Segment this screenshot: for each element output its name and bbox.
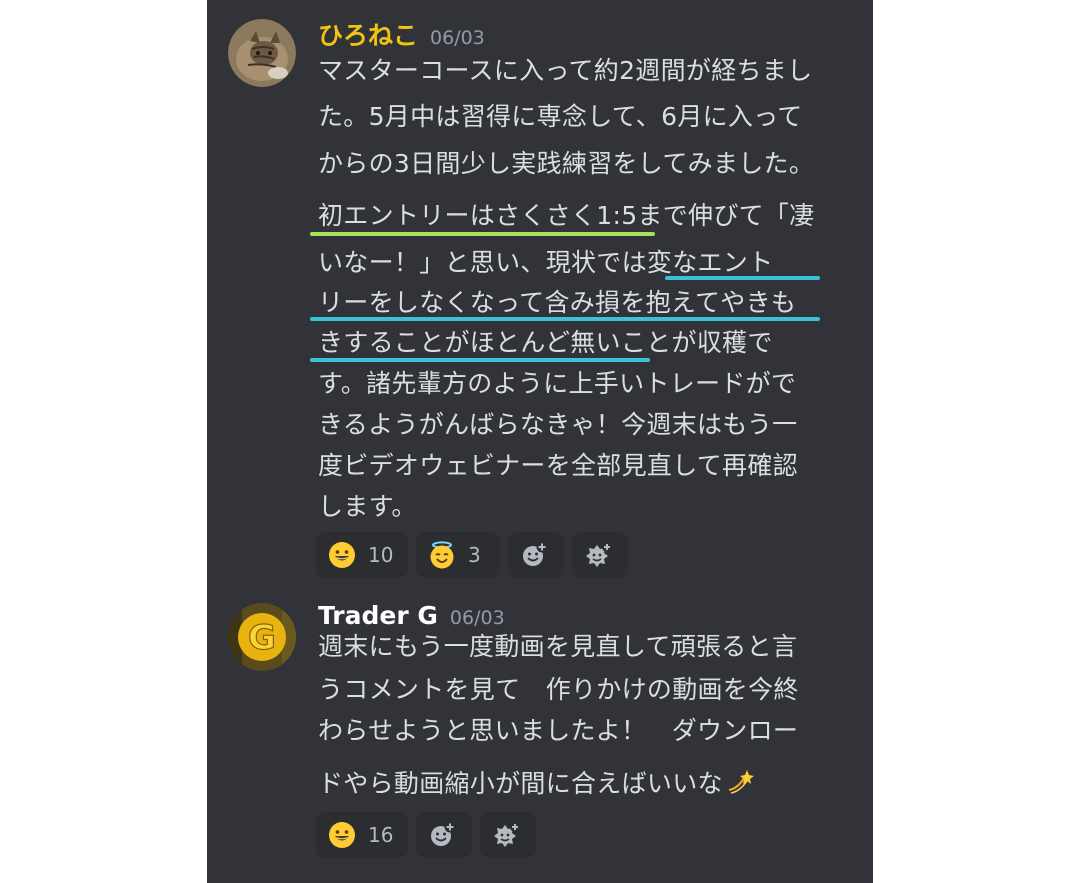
reaction-grinning[interactable]: 10 — [316, 532, 408, 578]
timestamp: 06/03 — [430, 27, 485, 49]
reaction-halo[interactable]: 3 — [416, 532, 500, 578]
reaction-bar: 10 3 — [316, 532, 628, 578]
highlight-underline-cyan — [310, 358, 650, 362]
message-line: いなー！」と思い、現状では変なエント — [318, 248, 774, 277]
message-line: リーをしなくなって含み損を抱えてやきも — [318, 288, 797, 317]
message-line: た。5月中は習得に専念して、6月に入って — [318, 102, 803, 131]
add-super-reaction-button[interactable] — [572, 532, 628, 578]
message-header: Trader G 06/03 — [318, 601, 505, 630]
reaction-grinning[interactable]: 16 — [316, 812, 408, 858]
add-super-reaction-button[interactable] — [480, 812, 536, 858]
message-line: わらせようと思いましたよ！ ダウンロー — [318, 716, 799, 745]
message-text: ドやら動画縮小が間に合えばいいな — [318, 769, 723, 798]
g-letter-avatar-icon: G — [228, 603, 296, 671]
timestamp: 06/03 — [449, 607, 505, 629]
username[interactable]: Trader G — [318, 601, 438, 630]
grinning-face-icon — [328, 541, 356, 569]
reaction-bar: 16 — [316, 812, 536, 858]
svg-text:G: G — [248, 618, 276, 658]
highlight-underline-cyan — [310, 317, 820, 321]
add-super-reaction-icon — [491, 820, 521, 850]
reaction-count: 16 — [368, 823, 394, 847]
message-line: うコメントを見て 作りかけの動画を今終 — [318, 675, 799, 704]
avatar[interactable] — [228, 19, 296, 87]
message-line: 初エントリーはさくさく1:5まで伸びて「凄 — [318, 201, 815, 230]
chat-panel: ひろねこ 06/03 マスターコースに入って約2週間が経ちまし た。5月中は習得… — [207, 0, 873, 883]
reaction-count: 3 — [468, 543, 481, 567]
message-line: きすることがほとんど無いことが収穫で — [318, 328, 773, 357]
cat-avatar-icon — [228, 19, 296, 87]
add-reaction-button[interactable] — [508, 532, 564, 578]
message-header: ひろねこ 06/03 — [318, 16, 485, 52]
highlight-underline-green — [310, 232, 655, 236]
message-line: マスターコースに入って約2週間が経ちまし — [318, 56, 813, 85]
add-reaction-button[interactable] — [416, 812, 472, 858]
message-line: します。 — [318, 492, 417, 521]
message-line: きるようがんばらなきゃ！今週末はもう一 — [318, 410, 798, 439]
message-line: ドやら動画縮小が間に合えばいいな — [318, 766, 755, 796]
halo-face-icon — [428, 541, 456, 569]
add-reaction-icon — [519, 540, 549, 570]
reaction-count: 10 — [368, 543, 394, 567]
add-super-reaction-icon — [583, 540, 613, 570]
avatar[interactable]: G — [228, 603, 296, 671]
username[interactable]: ひろねこ — [318, 16, 418, 52]
dizzy-star-icon — [725, 766, 755, 796]
message-line: 週末にもう一度動画を見直して頑張ると言 — [318, 632, 798, 661]
grinning-face-icon — [328, 821, 356, 849]
message-line: す。諸先輩方のように上手いトレードがで — [318, 369, 797, 398]
message-line: 度ビデオウェビナーを全部見直して再確認 — [318, 451, 798, 480]
add-reaction-icon — [427, 820, 457, 850]
message-line: からの3日間少し実践練習をしてみました。 — [318, 149, 815, 178]
highlight-underline-cyan — [665, 276, 820, 280]
